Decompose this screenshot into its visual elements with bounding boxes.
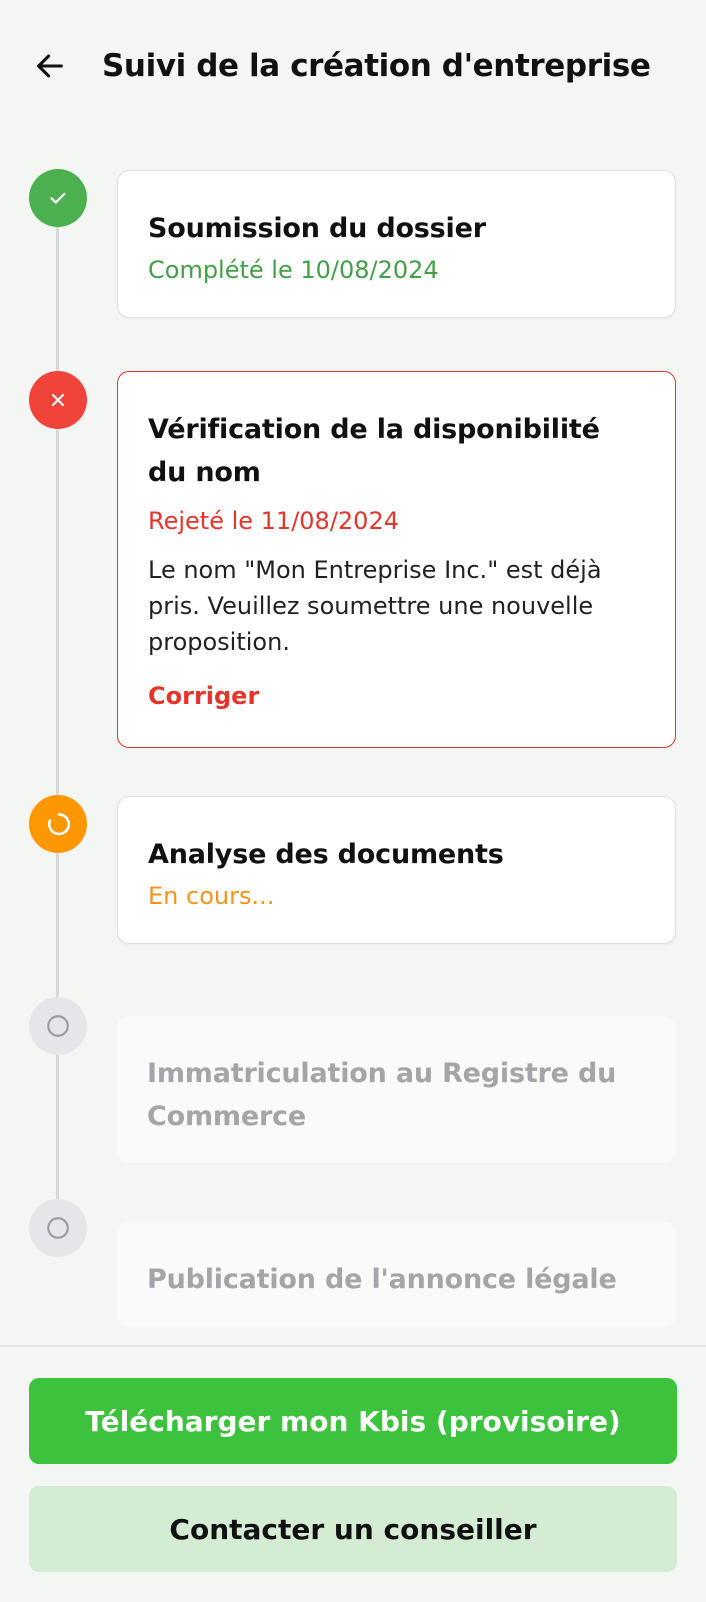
step-card-registration: Immatriculation au Registre du Commerce	[117, 1016, 676, 1163]
download-kbis-button[interactable]: Télécharger mon Kbis (provisoire)	[29, 1378, 677, 1464]
step-status-completed	[29, 169, 87, 227]
step-status-rejected	[29, 371, 87, 429]
step-status-text: Complété le 10/08/2024	[148, 256, 439, 284]
timeline-connector	[56, 225, 59, 371]
step-card-submission[interactable]: Soumission du dossier Complété le 10/08/…	[117, 170, 676, 318]
timeline-connector	[56, 851, 59, 997]
timeline-connector	[56, 427, 59, 795]
step-status-text: En cours...	[148, 882, 275, 910]
circle-icon	[47, 1217, 69, 1239]
step-title: Analyse des documents	[148, 839, 504, 870]
step-title: Vérification de la disponibilité du nom	[148, 414, 600, 488]
step-status-pending	[29, 997, 87, 1055]
step-card-name-check: Vérification de la disponibilité du nom …	[117, 371, 676, 748]
progress-timeline: Soumission du dossier Complété le 10/08/…	[0, 0, 706, 1340]
step-title: Publication de l'annonce légale	[147, 1264, 617, 1295]
close-icon	[51, 393, 65, 407]
step-status-in-progress	[29, 795, 87, 853]
fix-button[interactable]: Corriger	[148, 682, 259, 710]
step-title: Soumission du dossier	[148, 213, 486, 244]
step-title: Immatriculation au Registre du Commerce	[147, 1058, 617, 1132]
step-description: Le nom "Mon Entreprise Inc." est déjà pr…	[148, 556, 602, 656]
circle-icon	[47, 1015, 69, 1037]
action-footer: Télécharger mon Kbis (provisoire) Contac…	[0, 1345, 706, 1602]
check-icon	[50, 192, 66, 204]
step-status-pending	[29, 1199, 87, 1257]
contact-advisor-button[interactable]: Contacter un conseiller	[29, 1486, 677, 1572]
step-card-document-analysis[interactable]: Analyse des documents En cours...	[117, 796, 676, 944]
spinner-icon	[48, 813, 71, 836]
step-card-legal-notice: Publication de l'annonce légale	[117, 1222, 676, 1327]
timeline-connector	[56, 1053, 59, 1199]
step-status-text: Rejeté le 11/08/2024	[148, 507, 399, 535]
